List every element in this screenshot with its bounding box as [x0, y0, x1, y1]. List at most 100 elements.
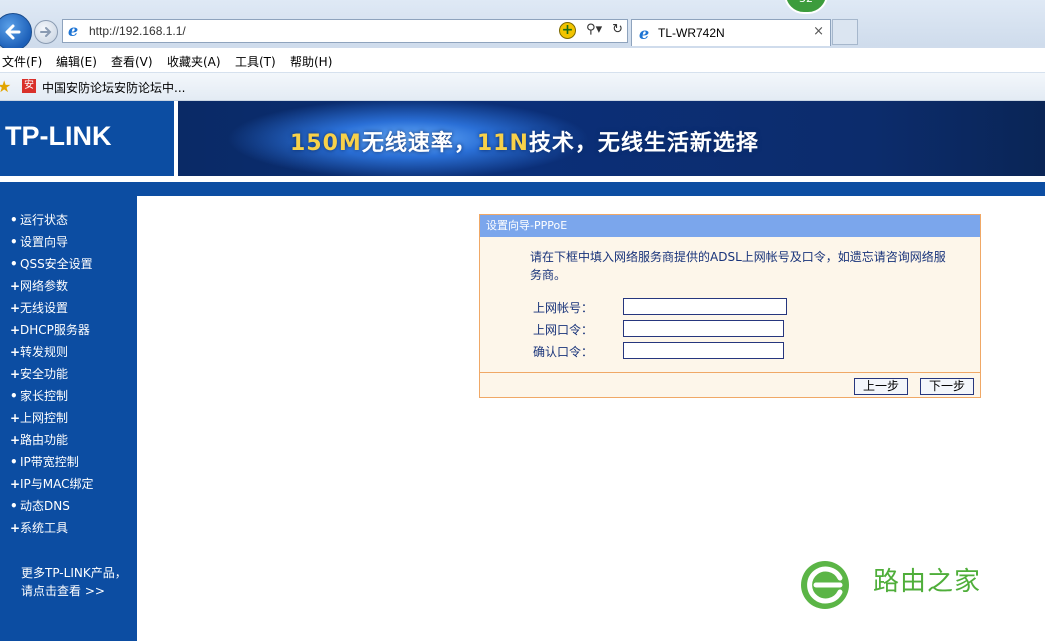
confirm-label: 确认口令： — [533, 345, 594, 359]
sidebar-item-label: 家长控制 — [20, 389, 69, 403]
slogan-part-11n: 11N — [476, 131, 529, 156]
sidebar-item-label: 安全功能 — [20, 367, 69, 381]
sidebar-item-network[interactable]: +网络参数 — [10, 277, 68, 294]
next-step-button[interactable]: 下一步 — [920, 378, 974, 395]
sidebar-item-status[interactable]: • 运行状态 — [10, 211, 68, 228]
password-input[interactable] — [623, 320, 784, 337]
banner-divider — [0, 182, 1045, 196]
sidebar-item-label: 路由功能 — [20, 433, 69, 447]
expand-icon: + — [10, 323, 21, 337]
sidebar-item-label: IP带宽控制 — [20, 455, 79, 469]
sidebar-item-label: 无线设置 — [20, 301, 69, 315]
back-button[interactable] — [0, 13, 32, 51]
favorite-site-icon: 安 — [22, 79, 36, 93]
bullet-icon: • — [10, 257, 18, 271]
favorites-bar: ★ 安 中国安防论坛安防论坛中... — [0, 73, 1045, 101]
menu-edit[interactable]: 编辑(E) — [56, 53, 97, 70]
back-arrow-icon — [5, 24, 21, 40]
browser-chrome: e http://192.168.1.1/ + ⚲▾ ↻ 32 e TL-WR7… — [0, 0, 1045, 101]
refresh-icon[interactable]: ↻ — [612, 22, 623, 39]
wizard-title: 设置向导-PPPoE — [480, 215, 980, 237]
bullet-icon: • — [10, 499, 18, 513]
menu-file[interactable]: 文件(F) — [2, 53, 42, 70]
tplink-logo: TP-LINK — [0, 101, 174, 176]
pppoe-wizard-panel: 设置向导-PPPoE 请在下框中填入网络服务商提供的ADSL上网帐号及口令，如遗… — [479, 214, 981, 398]
sidebar-item-system-tools[interactable]: +系统工具 — [10, 519, 68, 536]
browser-tab[interactable]: e TL-WR742N × — [631, 19, 831, 46]
slogan-banner: 150M无线速率，11N技术，无线生活新选择 — [178, 101, 1045, 176]
bullet-icon: • — [10, 235, 18, 249]
sidebar-item-label: 网络参数 — [20, 279, 69, 293]
menu-favorites[interactable]: 收藏夹(A) — [167, 53, 221, 70]
account-input[interactable] — [623, 298, 787, 315]
forward-arrow-icon — [40, 27, 52, 37]
sidebar-item-wireless[interactable]: +无线设置 — [10, 299, 68, 316]
expand-icon: + — [10, 433, 21, 447]
slogan-text: 150M无线速率，11N技术，无线生活新选择 — [290, 125, 759, 157]
expand-icon: + — [10, 411, 21, 425]
menu-help[interactable]: 帮助(H) — [290, 53, 332, 70]
more-products-link[interactable]: 请点击查看 >> — [21, 582, 105, 599]
address-bar[interactable]: e http://192.168.1.1/ + ⚲▾ ↻ — [62, 19, 628, 43]
expand-icon: + — [10, 345, 21, 359]
sidebar-item-ddns[interactable]: • 动态DNS — [10, 497, 70, 514]
expand-icon: + — [10, 279, 21, 293]
sidebar-item-label: DHCP服务器 — [20, 323, 90, 337]
bullet-icon: • — [10, 213, 18, 227]
sidebar-item-ip-mac[interactable]: +IP与MAC绑定 — [10, 475, 94, 492]
sidebar-item-label: 动态DNS — [20, 499, 70, 513]
green-badge: 32 — [784, 0, 828, 14]
luyou-logo-icon — [801, 561, 849, 609]
favorite-link[interactable]: 中国安防论坛安防论坛中... — [42, 79, 185, 96]
sidebar-item-access-control[interactable]: +上网控制 — [10, 409, 68, 426]
expand-icon: + — [10, 477, 21, 491]
wizard-description: 请在下框中填入网络服务商提供的ADSL上网帐号及口令，如遗忘请咨询网络服务商。 — [530, 250, 946, 282]
menu-bar: 文件(F) 编辑(E) 查看(V) 收藏夹(A) 工具(T) 帮助(H) — [0, 48, 1045, 72]
menu-tools[interactable]: 工具(T) — [235, 53, 276, 70]
expand-icon: + — [10, 367, 21, 381]
bullet-icon: • — [10, 455, 18, 469]
sidebar-item-label: QSS安全设置 — [20, 257, 93, 271]
watermark-text: 路由之家 — [873, 567, 982, 597]
slogan-part-rate: 无线速率， — [361, 131, 477, 156]
sidebar-item-forwarding[interactable]: +转发规则 — [10, 343, 68, 360]
sidebar-item-label: 运行状态 — [20, 213, 69, 227]
sidebar-item-security[interactable]: +安全功能 — [10, 365, 68, 382]
tab-close-icon[interactable]: × — [813, 24, 824, 39]
slogan-part-tech: 技术，无线生活新选择 — [528, 131, 759, 156]
sidebar-item-label: 上网控制 — [20, 411, 69, 425]
tab-ie-icon: e — [639, 24, 650, 43]
tab-title: TL-WR742N — [658, 26, 725, 40]
sidebar-item-parental[interactable]: • 家长控制 — [10, 387, 68, 404]
sidebar-item-wizard[interactable]: • 设置向导 — [10, 233, 68, 250]
sidebar-item-label: IP与MAC绑定 — [20, 477, 94, 491]
router-banner: TP-LINK 150M无线速率，11N技术，无线生活新选择 — [0, 101, 1045, 183]
expand-icon: + — [10, 301, 21, 315]
wizard-divider — [480, 372, 980, 373]
sidebar-item-qss[interactable]: • QSS安全设置 — [10, 255, 93, 272]
account-label: 上网帐号： — [533, 301, 594, 315]
ie-icon: e — [68, 21, 79, 40]
confirm-password-input[interactable] — [623, 342, 784, 359]
sidebar-item-label: 转发规则 — [20, 345, 69, 359]
favorites-star-icon[interactable]: ★ — [0, 77, 11, 96]
menu-view[interactable]: 查看(V) — [111, 53, 153, 70]
more-products-text: 更多TP-LINK产品， — [21, 566, 127, 580]
logo-text: TP-LINK — [5, 121, 112, 151]
search-icon[interactable]: ⚲▾ — [586, 22, 602, 39]
forward-button[interactable] — [34, 20, 58, 44]
sidebar-item-label: 系统工具 — [20, 521, 69, 535]
address-text[interactable]: http://192.168.1.1/ — [89, 24, 186, 38]
sidebar-item-dhcp[interactable]: +DHCP服务器 — [10, 321, 90, 338]
content-corner — [137, 196, 177, 236]
bullet-icon: • — [10, 389, 18, 403]
sidebar-item-label: 设置向导 — [20, 235, 69, 249]
compat-plus-icon[interactable]: + — [559, 22, 577, 39]
sidebar-item-routing[interactable]: +路由功能 — [10, 431, 68, 448]
slogan-part-speed: 150M — [290, 131, 362, 156]
prev-step-button[interactable]: 上一步 — [854, 378, 908, 395]
new-tab-button[interactable] — [832, 19, 858, 45]
expand-icon: + — [10, 521, 21, 535]
password-label: 上网口令： — [533, 323, 594, 337]
sidebar-item-bandwidth[interactable]: • IP带宽控制 — [10, 453, 79, 470]
